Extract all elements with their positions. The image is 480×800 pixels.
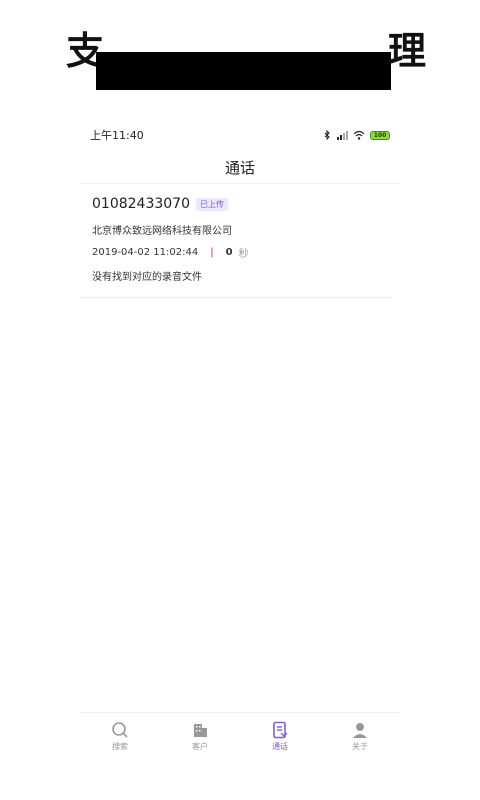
duration-unit: 秒 <box>238 249 249 260</box>
page-title: 通话 <box>80 152 400 184</box>
bluetooth-icon <box>324 130 330 140</box>
banner-title-tail: 理 <box>388 29 429 73</box>
bottom-tab-bar: 搜索 客户 通话 关于 <box>80 712 400 760</box>
status-bar: 上午11:40 100 <box>80 118 400 152</box>
tab-label: 通话 <box>272 742 288 751</box>
user-icon <box>353 723 367 738</box>
call-record-card[interactable]: 01082433070 已上传 北京博众致远网络科技有限公司 2019-04-0… <box>80 184 392 298</box>
tab-label: 客户 <box>192 742 208 751</box>
call-duration: 0 <box>225 247 233 258</box>
tab-label: 关于 <box>352 742 368 751</box>
status-icons: 100 <box>324 130 390 140</box>
recording-note: 没有找到对应的录音文件 <box>92 272 202 283</box>
tab-about[interactable]: 关于 <box>330 721 390 752</box>
wifi-icon <box>353 130 365 140</box>
company-name: 北京博众致远网络科技有限公司 <box>92 226 232 237</box>
tab-customers[interactable]: 客户 <box>170 721 230 752</box>
call-meta: 2019-04-02 11:02:44 | 0 秒 <box>92 245 380 260</box>
battery-indicator: 100 <box>370 130 390 140</box>
meta-divider: | <box>210 247 214 258</box>
call-number: 01082433070 <box>92 196 190 212</box>
call-log-icon <box>273 721 288 739</box>
tab-label: 搜索 <box>112 742 128 751</box>
banner-redaction-bar <box>96 52 391 90</box>
signal-icon <box>337 131 348 140</box>
tab-calls[interactable]: 通话 <box>250 721 310 752</box>
building-icon <box>194 724 207 737</box>
upload-status-badge: 已上传 <box>195 197 228 211</box>
status-time: 上午11:40 <box>90 129 144 142</box>
promo-banner: 支 理 <box>0 0 480 118</box>
call-datetime: 2019-04-02 11:02:44 <box>92 247 199 258</box>
search-icon <box>112 722 128 738</box>
tab-search[interactable]: 搜索 <box>90 721 150 752</box>
phone-screen: 上午11:40 100 通话 01082433070 已上传 北京博众致远网络科… <box>80 118 400 798</box>
